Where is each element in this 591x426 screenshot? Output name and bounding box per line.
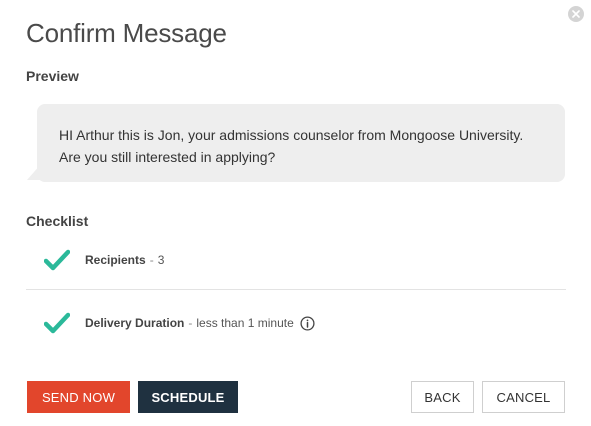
close-button[interactable] [568, 6, 584, 22]
close-icon [572, 10, 580, 18]
cancel-button[interactable]: CANCEL [482, 381, 565, 413]
confirm-message-dialog: Confirm Message Preview HI Arthur this i… [0, 0, 591, 426]
info-icon[interactable] [300, 315, 315, 331]
send-now-button[interactable]: SEND NOW [27, 381, 130, 413]
check-icon [44, 249, 70, 271]
delivery-duration-value: less than 1 minute [196, 316, 294, 330]
checklist-item-separator: - [149, 253, 154, 267]
message-preview-bubble: HI Arthur this is Jon, your admissions c… [37, 104, 565, 182]
dialog-title: Confirm Message [26, 18, 227, 48]
checklist-divider [26, 289, 566, 290]
checklist-item-label: Recipients [85, 253, 146, 267]
preview-label: Preview [26, 68, 79, 84]
schedule-button[interactable]: SCHEDULE [138, 381, 238, 413]
checklist-item-recipients: Recipients - 3 [26, 245, 566, 275]
recipients-count: 3 [157, 253, 165, 267]
check-icon [44, 312, 70, 334]
checklist-label: Checklist [26, 213, 89, 229]
checklist-item-label: Delivery Duration [85, 316, 185, 330]
checklist-item-separator: - [188, 316, 193, 330]
message-preview-text: HI Arthur this is Jon, your admissions c… [59, 127, 524, 165]
back-button[interactable]: BACK [411, 381, 474, 413]
checklist-item-delivery-duration: Delivery Duration - less than 1 minute [26, 308, 566, 338]
